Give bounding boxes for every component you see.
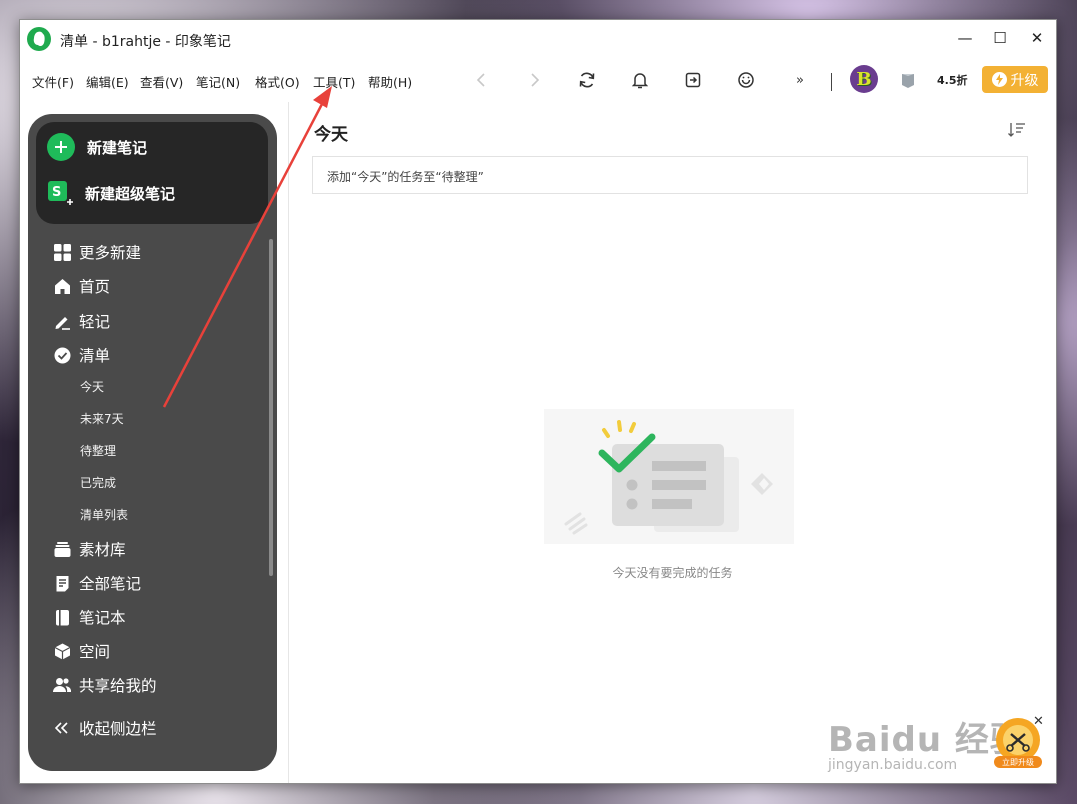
annotation-arrow <box>162 86 332 408</box>
watermark-url: jingyan.baidu.com <box>828 757 958 773</box>
promo-close-button[interactable]: ✕ <box>1033 714 1044 729</box>
promo-label: 立即升级 <box>1002 757 1034 767</box>
